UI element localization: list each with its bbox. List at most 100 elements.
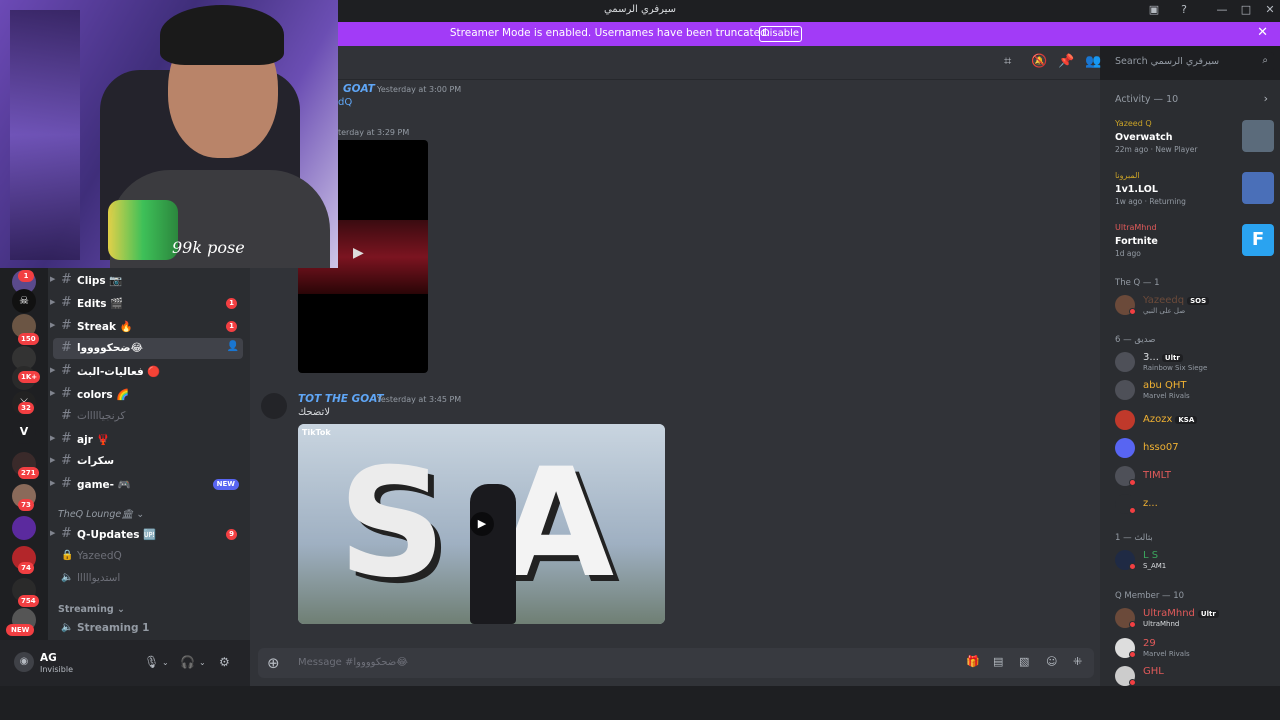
server-icon[interactable] xyxy=(12,516,36,540)
member-activity: Rainbow Six Siege xyxy=(1143,364,1208,372)
play-icon[interactable]: ▶ xyxy=(470,512,494,536)
emoji-icon[interactable]: ☺ xyxy=(1046,655,1057,668)
minimize-button[interactable]: — xyxy=(1214,3,1230,16)
webcam-shelf xyxy=(10,10,80,260)
member-item[interactable]: UltraMhnd Ultr UltraMhnd xyxy=(1115,606,1275,630)
game-thumbnail xyxy=(1242,172,1274,204)
channel-q-updates[interactable]: ▶ # Q-Updates 🆙 9 xyxy=(50,524,243,545)
member-item[interactable]: Azozx KSA xyxy=(1115,408,1275,432)
unread-badge: 1 xyxy=(226,321,237,332)
add-attachment-icon[interactable]: ⊕ xyxy=(267,654,280,672)
activity-user: المبرونا xyxy=(1115,171,1140,180)
avatar xyxy=(1115,438,1135,458)
disable-streamer-mode-button[interactable]: Disable xyxy=(759,26,802,42)
gift-icon[interactable]: 🎁 xyxy=(966,655,980,668)
channel-active[interactable]: # ضحكووووا😂 👤 xyxy=(53,338,243,359)
category-streaming[interactable]: Streaming ⌄ xyxy=(58,604,125,615)
maximize-button[interactable]: □ xyxy=(1238,3,1254,16)
channel-colors[interactable]: ▶ # colors 🌈 xyxy=(50,384,243,405)
pin-icon[interactable]: 📌 xyxy=(1058,54,1074,69)
member-item[interactable]: abu QHT Marvel Rivals xyxy=(1115,378,1275,402)
hash-icon: # xyxy=(61,431,72,446)
channel-name: Clips 📷 xyxy=(77,275,123,287)
activity-game: Fortnite xyxy=(1115,236,1158,247)
help-icon[interactable]: ? xyxy=(1176,3,1192,16)
apps-icon[interactable]: ⁜ xyxy=(1073,655,1082,668)
activity-card[interactable]: Yazeed Q Overwatch 22m ago · New Player xyxy=(1108,116,1274,160)
activity-card[interactable]: المبرونا 1v1.LOL 1w ago · Returning xyxy=(1108,168,1274,212)
hash-icon: # xyxy=(61,386,72,401)
settings-gear-icon[interactable]: ⚙ xyxy=(219,655,230,669)
play-icon[interactable]: ▶ xyxy=(353,245,364,261)
mute-bell-icon[interactable]: 🔕 xyxy=(1031,54,1047,69)
member-item[interactable]: GHL xyxy=(1115,664,1275,686)
channel-sakarat[interactable]: ▶ # سكرات xyxy=(50,451,243,472)
close-window-button[interactable]: ✕ xyxy=(1262,3,1278,16)
member-group-header: The Q — 1 xyxy=(1115,278,1160,288)
member-name-text: Yazeedq xyxy=(1143,295,1185,306)
channel-game[interactable]: ▶ # game- 🎮 NEW xyxy=(50,474,243,495)
avatar[interactable]: ◉ xyxy=(14,652,34,672)
member-tag: KSA xyxy=(1175,416,1198,424)
inbox-icon[interactable]: ▣ xyxy=(1146,3,1162,16)
member-status-text: صل على النبي xyxy=(1143,307,1186,315)
status-dot xyxy=(1129,479,1136,486)
channel-yazeedq[interactable]: 🔒 YazeedQ xyxy=(53,546,243,567)
channel-streak[interactable]: ▶ # Streak 🔥 1 xyxy=(50,316,243,337)
headphones-icon[interactable]: 🎧 xyxy=(180,655,195,669)
member-item[interactable]: z... xyxy=(1115,492,1275,516)
search-input[interactable]: Search سيرفري الرسمي ⌕ xyxy=(1110,52,1274,72)
category-lounge[interactable]: TheQ Lounge🏛 ⌄ xyxy=(58,509,144,520)
channel-ajr[interactable]: ▶ # ajr 🦞 xyxy=(50,429,243,450)
channel-cringe[interactable]: # كرنجيااااات xyxy=(53,406,243,427)
chevron-right-icon: ▶ xyxy=(50,366,56,374)
member-tag: Ultr xyxy=(1197,610,1219,618)
member-item[interactable]: 3... Ultr Rainbow Six Siege xyxy=(1115,350,1275,374)
threads-icon[interactable]: ⌗ xyxy=(1004,54,1011,69)
member-item[interactable]: hsso07 xyxy=(1115,436,1275,460)
search-icon: ⌕ xyxy=(1262,55,1268,66)
channel-streaming-1[interactable]: 🔈 Streaming 1 xyxy=(53,618,243,639)
channel-events[interactable]: ▶ # فعاليات-البث 🔴 xyxy=(50,361,243,382)
channel-edits[interactable]: ▶ # Edits 🎬 1 xyxy=(50,293,243,314)
invite-member-icon[interactable]: 👤 xyxy=(227,341,239,352)
server-icon[interactable]: V xyxy=(12,420,36,444)
status-dot xyxy=(1129,308,1136,315)
hash-icon: # xyxy=(61,526,72,541)
avatar[interactable] xyxy=(261,393,287,419)
hash-icon: # xyxy=(61,318,72,333)
message-author[interactable]: TOT THE GOAT xyxy=(298,393,384,405)
mention-badge: 1K+ xyxy=(18,371,41,383)
video-attachment[interactable]: S A TikTok ▶ xyxy=(298,424,665,624)
microphone-icon[interactable]: 🎙 xyxy=(144,655,159,669)
member-item[interactable]: 29 Marvel Rivals xyxy=(1115,636,1275,660)
chevron-right-icon: ▶ xyxy=(50,456,56,464)
message-timestamp: Yesterday at 3:00 PM xyxy=(377,85,462,94)
activity-card[interactable]: UltraMhnd Fortnite 1d ago F xyxy=(1108,220,1274,264)
gif-icon[interactable]: ▤ xyxy=(993,655,1003,668)
chevron-down-icon[interactable]: ⌄ xyxy=(162,658,169,667)
sticker-icon[interactable]: ▧ xyxy=(1019,655,1029,668)
chevron-down-icon[interactable]: ⌄ xyxy=(199,658,206,667)
user-status: Invisible xyxy=(40,665,73,674)
status-dot xyxy=(1129,621,1136,628)
search-placeholder: Search سيرفري الرسمي xyxy=(1115,56,1220,67)
member-item[interactable]: TIMLT xyxy=(1115,464,1275,488)
close-icon[interactable]: ✕ xyxy=(1257,25,1268,40)
activity-user: Yazeed Q xyxy=(1115,119,1152,128)
chevron-right-icon[interactable]: › xyxy=(1264,92,1268,105)
member-list-icon[interactable]: 👥 xyxy=(1085,54,1101,69)
channel-name: ajr 🦞 xyxy=(77,434,110,446)
channel-studio[interactable]: 🔈 استديوااااا xyxy=(53,568,243,589)
member-item[interactable]: L S S_AM1 xyxy=(1115,548,1275,572)
mention-badge: 74 xyxy=(18,562,34,574)
hash-icon: # xyxy=(61,476,72,491)
member-item[interactable]: Yazeedq SOS صل على النبي xyxy=(1115,293,1275,317)
message-input[interactable]: Message #ضحكووووا😂 xyxy=(298,657,408,668)
server-icon[interactable]: ☠ xyxy=(12,289,36,313)
hash-icon: # xyxy=(61,363,72,378)
mention-badge: 271 xyxy=(18,467,39,479)
channel-clips[interactable]: ▶ # Clips 📷 xyxy=(50,270,243,291)
message-author[interactable]: GOAT xyxy=(343,83,375,95)
message-composer[interactable]: ⊕ Message #ضحكووووا😂 🎁 ▤ ▧ ☺ ⁜ xyxy=(258,648,1094,678)
